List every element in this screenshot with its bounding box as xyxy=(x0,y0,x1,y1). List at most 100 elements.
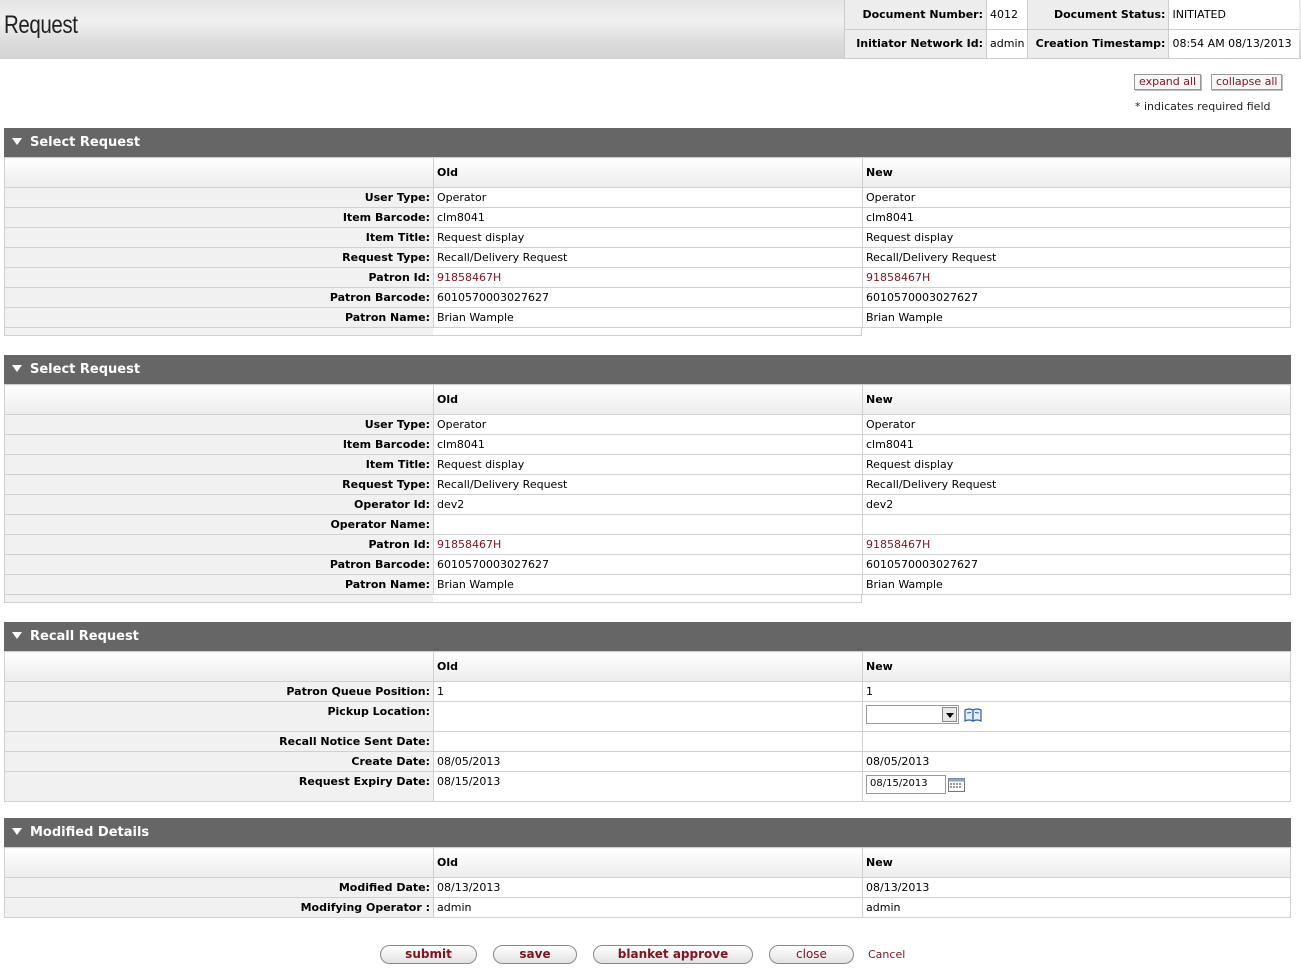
old-value: Recall/Delivery Request xyxy=(433,247,863,268)
document-info-table: Document Number: 4012 Document Status: I… xyxy=(844,0,1299,59)
old-column-header: Old xyxy=(433,651,863,682)
new-value: Operator xyxy=(862,414,1291,435)
expand-all-button[interactable]: expand all xyxy=(1134,74,1202,90)
field-label: Request Expiry Date: xyxy=(4,771,434,802)
table-trailing-row xyxy=(4,328,862,336)
timestamp-value: 08:54 AM 08/13/2013 xyxy=(1168,29,1299,59)
collapse-all-button[interactable]: collapse all xyxy=(1211,74,1283,90)
old-value: Brian Wample xyxy=(433,307,863,328)
old-value: 08/05/2013 xyxy=(433,751,863,772)
section-header-recall-request[interactable]: Recall Request xyxy=(4,622,1291,651)
new-value: 6010570003027627 xyxy=(862,554,1291,575)
save-button[interactable]: save xyxy=(493,945,577,964)
section-modified-details: Modified Details Old New Modified Date: 08… xyxy=(4,818,1291,918)
old-value: 1 xyxy=(433,681,863,702)
collapse-triangle-icon xyxy=(12,632,22,639)
new-column-header: New xyxy=(862,847,1291,878)
document-number-value: 4012 xyxy=(985,0,1028,30)
old-value: dev2 xyxy=(433,494,863,515)
new-value: Brian Wample xyxy=(862,574,1291,595)
old-value xyxy=(433,701,863,732)
new-column-header: New xyxy=(862,384,1291,415)
blanket-approve-button[interactable]: blanket approve xyxy=(593,945,753,964)
section-title: Select Request xyxy=(30,362,141,377)
collapse-triangle-icon xyxy=(12,828,22,835)
label-column-header xyxy=(4,847,434,878)
field-label: Request Type: xyxy=(4,474,434,495)
calendar-icon[interactable] xyxy=(948,777,965,792)
pickup-location-cell xyxy=(862,701,1291,732)
submit-button[interactable]: submit xyxy=(380,945,477,964)
field-label: Modified Date: xyxy=(4,877,434,898)
new-value: dev2 xyxy=(862,494,1291,515)
field-label: Item Title: xyxy=(4,454,434,475)
new-value: Recall/Delivery Request xyxy=(862,474,1291,495)
patron-id-link[interactable]: 91858467H xyxy=(433,267,863,288)
old-value: 6010570003027627 xyxy=(433,287,863,308)
pickup-location-select[interactable] xyxy=(866,705,959,724)
old-value: 08/15/2013 xyxy=(433,771,863,802)
old-value: 08/13/2013 xyxy=(433,877,863,898)
section-recall-request: Recall Request Old New Patron Queue Posit… xyxy=(4,622,1291,802)
chevron-down-icon[interactable] xyxy=(942,707,957,722)
page-title: Request xyxy=(4,11,78,39)
patron-id-link[interactable]: 91858467H xyxy=(862,534,1291,555)
old-value: Operator xyxy=(433,187,863,208)
field-label: Patron Id: xyxy=(4,534,434,555)
section-header-modified-details[interactable]: Modified Details xyxy=(4,818,1291,847)
old-value: clm8041 xyxy=(433,434,863,455)
lookup-book-icon[interactable] xyxy=(964,707,982,722)
old-value: clm8041 xyxy=(433,207,863,228)
new-value: 08/05/2013 xyxy=(862,751,1291,772)
section-select-request-2: Select Request Old New User Type: Operator… xyxy=(4,355,1291,603)
section-header-select-request-2[interactable]: Select Request xyxy=(4,355,1291,384)
field-label: Patron Name: xyxy=(4,574,434,595)
new-value: 1 xyxy=(862,681,1291,702)
field-label: Patron Queue Position: xyxy=(4,681,434,702)
new-value: 6010570003027627 xyxy=(862,287,1291,308)
new-value xyxy=(862,514,1291,535)
close-button[interactable]: close xyxy=(769,945,854,964)
maintenance-table: Old New Modified Date: 08/13/2013 08/13/201… xyxy=(4,847,1291,918)
field-label: Item Barcode: xyxy=(4,434,434,455)
new-value: clm8041 xyxy=(862,434,1291,455)
document-status-label: Document Status: xyxy=(1027,0,1169,30)
initiator-label: Initiator Network Id: xyxy=(844,29,987,59)
field-label: Item Barcode: xyxy=(4,207,434,228)
old-value xyxy=(433,731,863,752)
collapse-triangle-icon xyxy=(12,365,22,372)
section-header-select-request-1[interactable]: Select Request xyxy=(4,128,1291,157)
new-value: admin xyxy=(862,897,1291,918)
field-label: Item Title: xyxy=(4,227,434,248)
field-label: Pickup Location: xyxy=(4,701,434,732)
request-expiry-date-input[interactable]: 08/15/2013 xyxy=(866,775,946,794)
cancel-link[interactable]: Cancel xyxy=(868,948,905,961)
label-column-header xyxy=(4,384,434,415)
field-label: Operator Id: xyxy=(4,494,434,515)
maintenance-table: Old New Patron Queue Position: 1 1 Pickup L… xyxy=(4,651,1291,802)
maintenance-table: Old New User Type: Operator Operator Item B… xyxy=(4,384,1291,595)
field-label: Recall Notice Sent Date: xyxy=(4,731,434,752)
new-value: clm8041 xyxy=(862,207,1291,228)
maintenance-table: Old New User Type: Operator Operator Item B… xyxy=(4,157,1291,328)
new-value: Request display xyxy=(862,227,1291,248)
section-title: Select Request xyxy=(30,135,141,150)
section-select-request-1: Select Request Old New User Type: Operator… xyxy=(4,128,1291,336)
patron-id-link[interactable]: 91858467H xyxy=(862,267,1291,288)
new-column-header: New xyxy=(862,157,1291,188)
old-value: admin xyxy=(433,897,863,918)
section-title: Recall Request xyxy=(30,629,139,644)
field-label: Operator Name: xyxy=(4,514,434,535)
new-value xyxy=(862,731,1291,752)
old-value: Brian Wample xyxy=(433,574,863,595)
new-value: Brian Wample xyxy=(862,307,1291,328)
old-value: Operator xyxy=(433,414,863,435)
label-column-header xyxy=(4,157,434,188)
field-label: Request Type: xyxy=(4,247,434,268)
field-label: Patron Barcode: xyxy=(4,287,434,308)
patron-id-link[interactable]: 91858467H xyxy=(433,534,863,555)
page-header: Request Document Number: 4012 Document S… xyxy=(0,0,1301,59)
document-status-value: INITIATED xyxy=(1168,0,1299,30)
new-column-header: New xyxy=(862,651,1291,682)
old-column-header: Old xyxy=(433,384,863,415)
